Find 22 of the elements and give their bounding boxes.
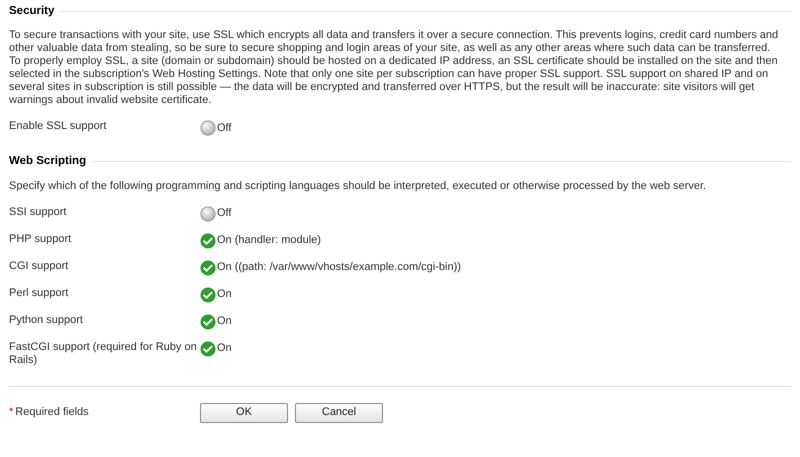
ok-button[interactable]: OK — [200, 402, 288, 422]
required-asterisk: * — [9, 405, 14, 420]
setting-value: On ((path: /var/www/vhosts/example.com/cgi-bin)) — [217, 261, 461, 274]
setting-value: Off — [217, 122, 232, 135]
setting-label: PHP support — [9, 232, 72, 246]
cancel-button[interactable]: Cancel — [295, 402, 383, 422]
required-fields-note: Required fields — [15, 405, 89, 420]
setting-value: On — [217, 288, 232, 301]
section-title: Security — [9, 4, 54, 19]
section-title: Web Scripting — [9, 154, 86, 170]
section-description: Specify which of the following programming and scripting languages should be interpreted, executed or otherwise processed by the web server. — [9, 180, 708, 192]
setting-label: Enable SSL support — [9, 120, 108, 134]
setting-value: On — [217, 342, 232, 355]
setting-label: SSI support — [9, 206, 68, 218]
section-description: To secure transactions with your site, use SSL which encrypts all data and transfers it over a secure connection. This prevents logins, credit card numbers and other valuable data from stealing, so be sure to secure shopping and login areas of your site, as well as any other areas where such data can be transferred. To properly employ SSL, a site (domain or subdomain) should be hosted on a dedicated IP address, an SSL certificate should be installed on the site and then selected in the subscription's Web Hosting Settings. Note that only one site per subscription can have proper SSL support. SSL support on shared IP and on several sites in subscription is still possible — the data will be encrypted and transferred over HTTPS, but the result will be inaccurate: site visitors will get warnings about invalid website certificate. — [9, 29, 780, 108]
setting-value: Off — [217, 207, 232, 220]
setting-label: CGI support — [9, 260, 70, 272]
setting-label: Perl support — [9, 286, 70, 300]
setting-label: FastCGI support (required for Ruby on Rails) — [9, 340, 198, 366]
setting-label: Python support — [9, 314, 84, 326]
setting-value: On (handler: module) — [217, 234, 321, 247]
setting-value: On — [217, 315, 232, 328]
